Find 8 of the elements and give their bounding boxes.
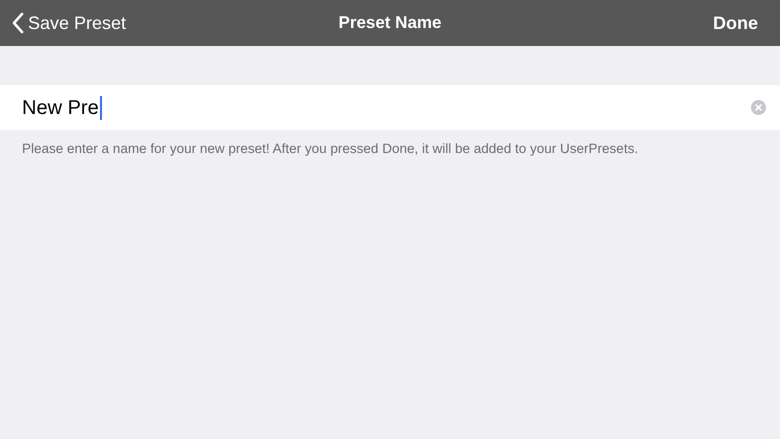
hint-text: Please enter a name for your new preset! After you pressed Done, it will be added to your UserPresets. <box>21 140 640 158</box>
clear-icon[interactable] <box>751 100 766 115</box>
back-button[interactable]: Save Preset <box>12 10 126 36</box>
nav-title: Preset Name <box>338 12 442 34</box>
back-chevron-icon <box>12 12 24 34</box>
done-button[interactable]: Done <box>713 10 758 36</box>
name-field[interactable]: New Pre <box>0 85 780 130</box>
field-value: New Pre <box>22 96 99 120</box>
